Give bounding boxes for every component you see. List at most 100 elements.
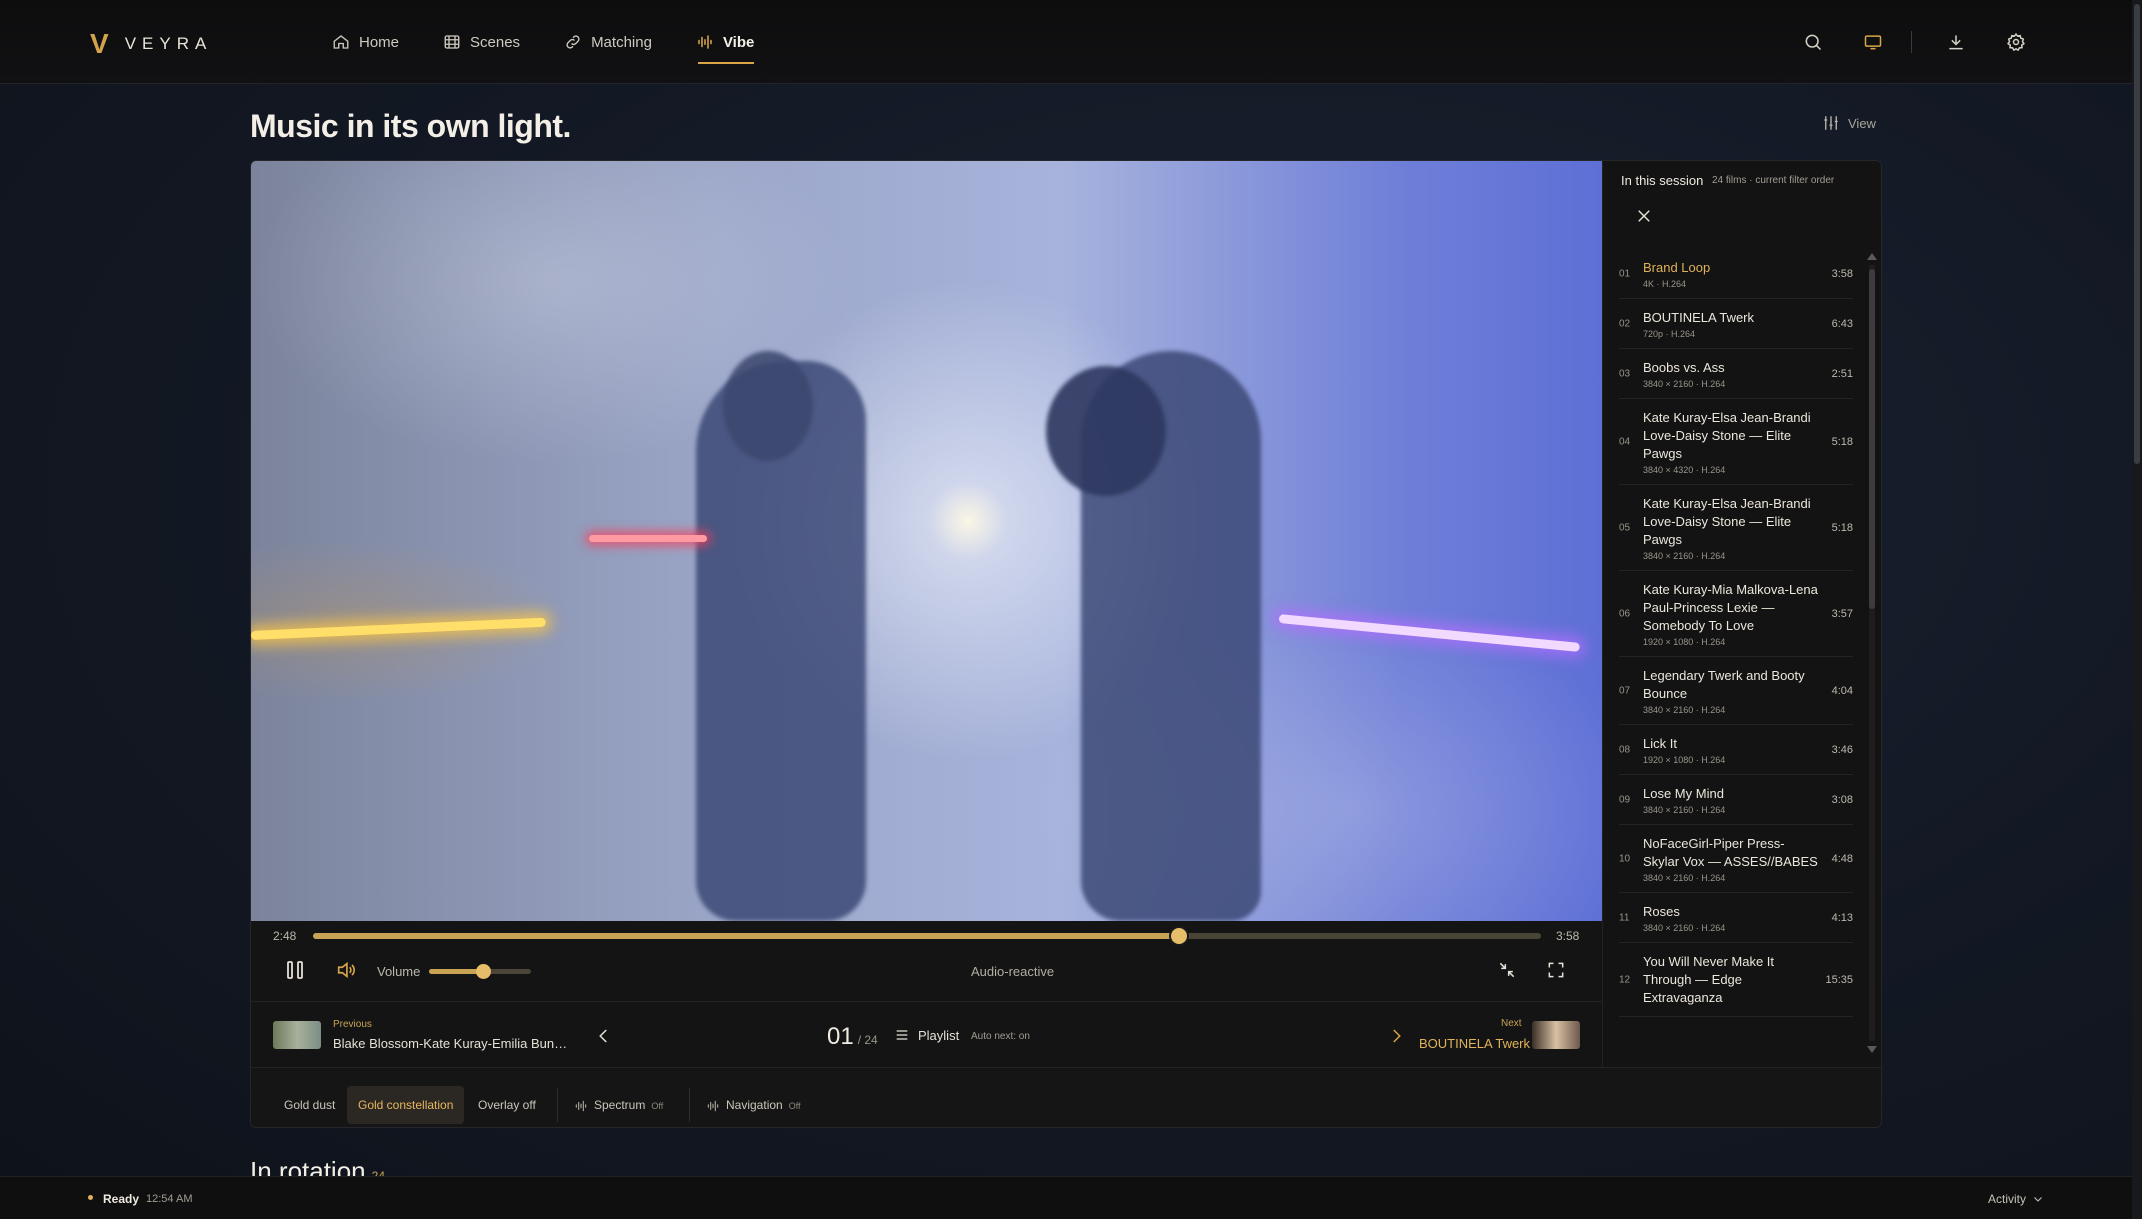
volume-label: Volume bbox=[377, 964, 421, 979]
nav-item-vibe[interactable]: Vibe bbox=[674, 0, 776, 84]
app-logo[interactable]: V VEYRA bbox=[90, 28, 212, 60]
screen-button[interactable] bbox=[1857, 26, 1889, 58]
track-meta: 1920 × 1080 · H.264 bbox=[1643, 637, 1726, 647]
nav-item-matching[interactable]: Matching bbox=[542, 0, 674, 84]
track-number: 05 bbox=[1619, 522, 1631, 533]
logo-mark: V bbox=[90, 28, 109, 59]
settings-button[interactable] bbox=[2000, 26, 2032, 58]
track-number: 10 bbox=[1619, 853, 1631, 864]
navigation-label: Navigation bbox=[726, 1098, 783, 1112]
track-meta: 1920 × 1080 · H.264 bbox=[1643, 755, 1726, 765]
chip-navigation[interactable]: Navigation Off bbox=[695, 1086, 812, 1124]
playlist-button[interactable]: Playlist bbox=[894, 1027, 959, 1043]
track-meta: 4K · H.264 bbox=[1643, 279, 1687, 289]
activity-label: Activity bbox=[1988, 1192, 2027, 1206]
collapse-icon[interactable] bbox=[1497, 960, 1517, 980]
session-title: In this session bbox=[1621, 173, 1704, 188]
scroll-down-arrow[interactable] bbox=[1867, 1046, 1877, 1053]
waveform-icon bbox=[575, 1100, 587, 1112]
video-figure-right-head bbox=[1046, 366, 1166, 496]
volume-icon[interactable] bbox=[335, 959, 357, 981]
seek-bar-handle[interactable] bbox=[1170, 928, 1187, 944]
chip-overlay-off[interactable]: Overlay off bbox=[467, 1086, 547, 1124]
film-icon bbox=[444, 35, 460, 49]
session-track-row[interactable]: 05 Kate Kuray-Elsa Jean-Brandi Love-Daisy… bbox=[1619, 485, 1853, 571]
volume-slider[interactable] bbox=[429, 964, 531, 979]
session-track-row[interactable]: 06 Kate Kuray-Mia Malkova-Lena Paul-Princ… bbox=[1619, 571, 1853, 657]
chevron-down-icon bbox=[2034, 1197, 2042, 1202]
audio-reactive-toggle[interactable]: Audio-reactive bbox=[971, 964, 1054, 979]
track-duration: 6:43 bbox=[1831, 317, 1853, 330]
search-icon bbox=[1805, 34, 1822, 51]
volume-slider-handle[interactable] bbox=[476, 964, 492, 979]
track-number: 03 bbox=[1619, 368, 1631, 379]
track-title: NoFaceGirl-Piper Press-Skylar Vox — ASSE… bbox=[1643, 836, 1818, 869]
track-number: 11 bbox=[1619, 912, 1630, 923]
session-track-row[interactable]: 02 BOUTINELA Twerk 720p · H.264 6:43 bbox=[1619, 299, 1853, 349]
track-number: 09 bbox=[1619, 794, 1631, 805]
track-number: 12 bbox=[1619, 974, 1631, 985]
next-title[interactable]: BOUTINELA Twerk bbox=[1419, 1036, 1530, 1051]
status-state: Ready bbox=[103, 1192, 140, 1206]
nav-item-scenes[interactable]: Scenes bbox=[421, 0, 542, 84]
divider bbox=[1911, 31, 1912, 53]
download-button[interactable] bbox=[1940, 26, 1972, 58]
previous-title[interactable]: Blake Blossom-Kate Kuray-Emilia Bunny-A.… bbox=[333, 1036, 573, 1051]
track-number: 04 bbox=[1619, 436, 1631, 447]
chevron-right-icon[interactable] bbox=[1387, 1027, 1405, 1045]
search-button[interactable] bbox=[1797, 26, 1829, 58]
scrollbar-thumb[interactable] bbox=[1869, 269, 1875, 609]
session-track-row[interactable]: 09 Lose My Mind 3840 × 2160 · H.264 3:08 bbox=[1619, 775, 1853, 825]
activity-dropdown[interactable]: Activity bbox=[1988, 1192, 2044, 1206]
session-track-row[interactable]: 08 Lick It 1920 × 1080 · H.264 3:46 bbox=[1619, 725, 1853, 775]
pause-icon[interactable] bbox=[283, 958, 307, 982]
status-bar: Ready 12:54 AM Activity bbox=[0, 1176, 2132, 1219]
chip-spectrum[interactable]: Spectrum Off bbox=[563, 1086, 674, 1124]
session-track-row[interactable]: 10 NoFaceGirl-Piper Press-Skylar Vox — AS… bbox=[1619, 825, 1853, 893]
video-frame[interactable] bbox=[251, 161, 1602, 921]
nav-item-home[interactable]: Home bbox=[310, 0, 421, 84]
playlist-label: Playlist bbox=[918, 1027, 960, 1043]
track-number: 02 bbox=[1619, 318, 1631, 329]
seek-bar[interactable] bbox=[313, 928, 1541, 944]
session-track-row[interactable]: 11 Roses 3840 × 2160 · H.264 4:13 bbox=[1619, 893, 1853, 943]
session-track-row[interactable]: 03 Boobs vs. Ass 3840 × 2160 · H.264 2:51 bbox=[1619, 349, 1853, 399]
session-panel: In this session 24 films · current filte… bbox=[1602, 161, 1881, 1067]
session-track-row[interactable]: 07 Legendary Twerk and Booty Bounce 3840 ×… bbox=[1619, 657, 1853, 725]
previous-thumbnail[interactable] bbox=[273, 1021, 321, 1049]
counter-total: / 24 bbox=[857, 1033, 878, 1047]
fullscreen-icon[interactable] bbox=[1546, 960, 1566, 980]
chevron-left-icon[interactable] bbox=[595, 1027, 613, 1045]
nav-item-label: Vibe bbox=[722, 33, 755, 51]
logo-text: VEYRA bbox=[124, 34, 213, 53]
track-meta: 3840 × 2160 · H.264 bbox=[1643, 923, 1726, 933]
close-icon[interactable] bbox=[1635, 207, 1653, 225]
track-meta: 720p · H.264 bbox=[1643, 329, 1696, 339]
track-duration: 3:46 bbox=[1831, 743, 1853, 756]
nav-item-label: Scenes bbox=[470, 33, 521, 51]
spectrum-state: Off bbox=[651, 1101, 664, 1111]
next-thumbnail[interactable] bbox=[1532, 1021, 1580, 1049]
page-scrollbar[interactable] bbox=[2132, 0, 2142, 1219]
track-number: 07 bbox=[1619, 685, 1631, 696]
view-button[interactable]: View bbox=[1822, 114, 1876, 132]
auto-next-toggle[interactable]: Auto next: on bbox=[971, 1031, 1030, 1042]
chip-gold-dust[interactable]: Gold dust bbox=[273, 1086, 346, 1124]
scroll-up-arrow[interactable] bbox=[1867, 253, 1877, 260]
scrollbar-thumb[interactable] bbox=[2134, 4, 2140, 464]
session-track-row[interactable]: 04 Kate Kuray-Elsa Jean-Brandi Love-Daisy… bbox=[1619, 399, 1853, 485]
download-icon bbox=[1949, 35, 1963, 50]
session-track-row[interactable]: 12 You Will Never Make It Through — Edge … bbox=[1619, 943, 1853, 1017]
track-title: Kate Kuray-Elsa Jean-Brandi Love-Daisy S… bbox=[1643, 496, 1811, 547]
chip-gold-constellation[interactable]: Gold constellation bbox=[347, 1086, 465, 1124]
track-number: 01 bbox=[1619, 268, 1631, 279]
track-title: You Will Never Make It Through — Edge Ex… bbox=[1643, 954, 1775, 1005]
track-duration: 3:57 bbox=[1831, 607, 1853, 620]
sliders-icon bbox=[1824, 116, 1838, 130]
page-title: Music in its own light. bbox=[250, 108, 571, 144]
session-scrollbar[interactable] bbox=[1867, 253, 1877, 1053]
track-title: Boobs vs. Ass bbox=[1643, 360, 1725, 375]
session-track-row[interactable]: 01 Brand Loop 4K · H.264 3:58 bbox=[1619, 249, 1853, 299]
previous-label: Previous bbox=[333, 1019, 372, 1030]
waveform-icon bbox=[698, 35, 712, 49]
